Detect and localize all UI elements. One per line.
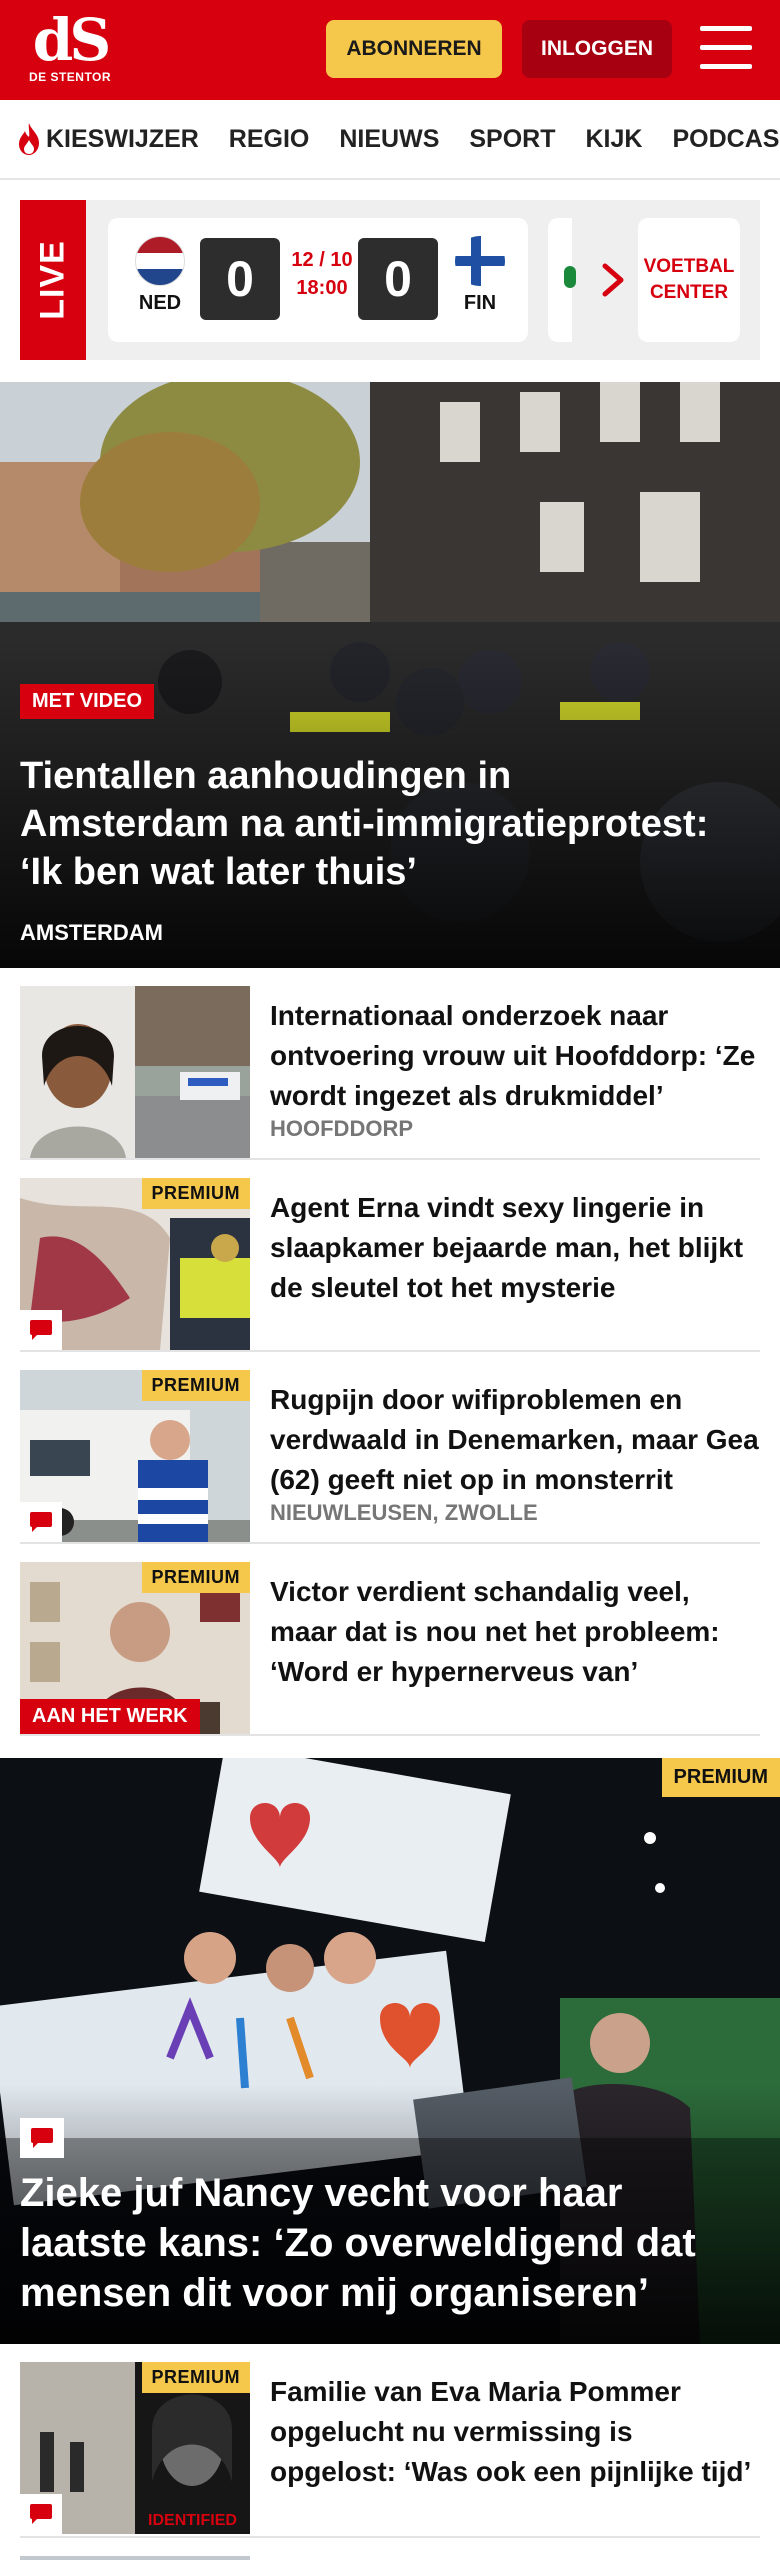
article-thumbnail: PREMIUM AAN HET WERK [20,1562,250,1734]
nav-item-regio[interactable]: REGIO [229,125,310,154]
article-list: Internationaal onderzoek naar ontvoering… [0,968,780,1736]
finland-flag-icon [455,236,505,286]
logo-mark: dS [32,6,111,74]
hero-headline[interactable]: Tientallen aanhoudingen in Amsterdam na … [20,752,720,896]
featured-headline[interactable]: Zieke juf Nancy vecht voor haar laatste … [20,2168,740,2318]
voetbal-center-button[interactable]: VOETBAL CENTER [638,218,740,342]
hamburger-menu-icon[interactable] [700,26,752,70]
article-location: NIEUWLEUSEN, ZWOLLE [270,1500,538,1525]
kickoff-info: 12 / 10 18:00 [286,246,358,302]
nav-item-kijk[interactable]: KIJK [586,125,643,154]
match-card[interactable]: NED 0 12 / 10 18:00 0 FIN [108,218,528,342]
article-title[interactable]: Internationaal onderzoek naar ontvoering… [270,996,760,1116]
list-item[interactable]: PREMIUM Rugpijn door wifiproblemen en ve… [20,1352,760,1544]
article-thumbnail: PREMIUM IDENTIFIED [20,2362,250,2534]
flame-icon [19,123,39,155]
away-team-name: FIN [463,292,497,314]
subscribe-button[interactable]: ABONNEREN [326,20,502,78]
chevron-right-icon[interactable] [595,262,629,298]
category-label: AAN HET WERK [20,1699,200,1734]
site-header: dS DE STENTOR ABONNEREN INLOGGEN [0,0,780,100]
live-label: LIVE [33,240,72,320]
article-thumbnail [20,2556,250,2560]
home-team: NED [130,236,190,315]
logo-subtitle: DE STENTOR [28,70,112,84]
nav-item-kieswijzer[interactable]: KIESWIJZER [16,122,199,156]
main-nav: KIESWIJZER REGIO NIEUWS SPORT KIJK PODCA… [0,100,780,180]
featured-article[interactable]: PREMIUM Zieke juf Nancy vecht voor haar … [0,1758,780,2344]
nav-label-kieswijzer: KIESWIJZER [46,124,199,153]
away-team: FIN [450,236,510,315]
article-title[interactable]: Victor verdient schandalig veel, maar da… [270,1572,760,1692]
article-title[interactable]: Familie van Eva Maria Pommer opgelucht n… [270,2372,760,2492]
premium-badge: PREMIUM [141,1178,250,1209]
list-item[interactable]: PREMIUM AAN HET WERK Victor verdient sch… [20,1544,760,1736]
home-team-name: NED [138,292,182,314]
match-time: 18:00 [296,277,348,299]
away-score: 0 [358,238,438,320]
next-list-item[interactable] [20,2538,760,2560]
match-date: 12 / 10 [291,249,353,271]
list-item[interactable]: Internationaal onderzoek naar ontvoering… [20,968,760,1160]
comment-icon [20,2118,64,2158]
list-item[interactable]: PREMIUM Agent Erna vindt sexy lingerie i… [20,1160,760,1352]
thumbnail-caption: IDENTIFIED [148,2512,237,2529]
article-location: HOOFDDORP [270,1116,413,1141]
premium-badge: PREMIUM [141,1562,250,1593]
article-thumbnail: PREMIUM [20,1370,250,1542]
nav-item-nieuws[interactable]: NIEUWS [339,125,439,154]
premium-badge: PREMIUM [661,1758,780,1797]
comment-icon [20,1310,62,1350]
article-title[interactable]: Rugpijn door wifiproblemen en verdwaald … [270,1380,760,1500]
comment-icon [20,1502,62,1542]
article-title[interactable]: Agent Erna vindt sexy lingerie in slaapk… [270,1188,760,1308]
comment-icon [20,2494,62,2534]
live-tag: LIVE [20,200,86,360]
hero-article[interactable]: MET VIDEO Tientallen aanhoudingen in Ams… [0,382,780,968]
nav-item-sport[interactable]: SPORT [469,125,555,154]
flag-icon [564,266,576,288]
home-score: 0 [200,238,280,320]
article-thumbnail: PREMIUM [20,1178,250,1350]
live-scores-strip: LIVE NED 0 12 / 10 18:00 0 FIN VOETBAL C… [20,200,760,360]
site-logo[interactable]: dS DE STENTOR [28,6,112,90]
article-list-2: PREMIUM IDENTIFIED Familie van Eva Maria… [0,2344,780,2560]
hero-location: AMSTERDAM [20,920,163,945]
login-button[interactable]: INLOGGEN [522,20,672,78]
list-item[interactable]: PREMIUM IDENTIFIED Familie van Eva Maria… [20,2344,760,2538]
article-thumbnail [20,986,250,1158]
premium-badge: PREMIUM [141,2362,250,2393]
next-match-card[interactable] [548,218,576,342]
premium-badge: PREMIUM [141,1370,250,1401]
netherlands-flag-icon [135,236,185,286]
nav-item-podcasts[interactable]: PODCAS [672,125,779,154]
video-badge: MET VIDEO [20,684,155,719]
